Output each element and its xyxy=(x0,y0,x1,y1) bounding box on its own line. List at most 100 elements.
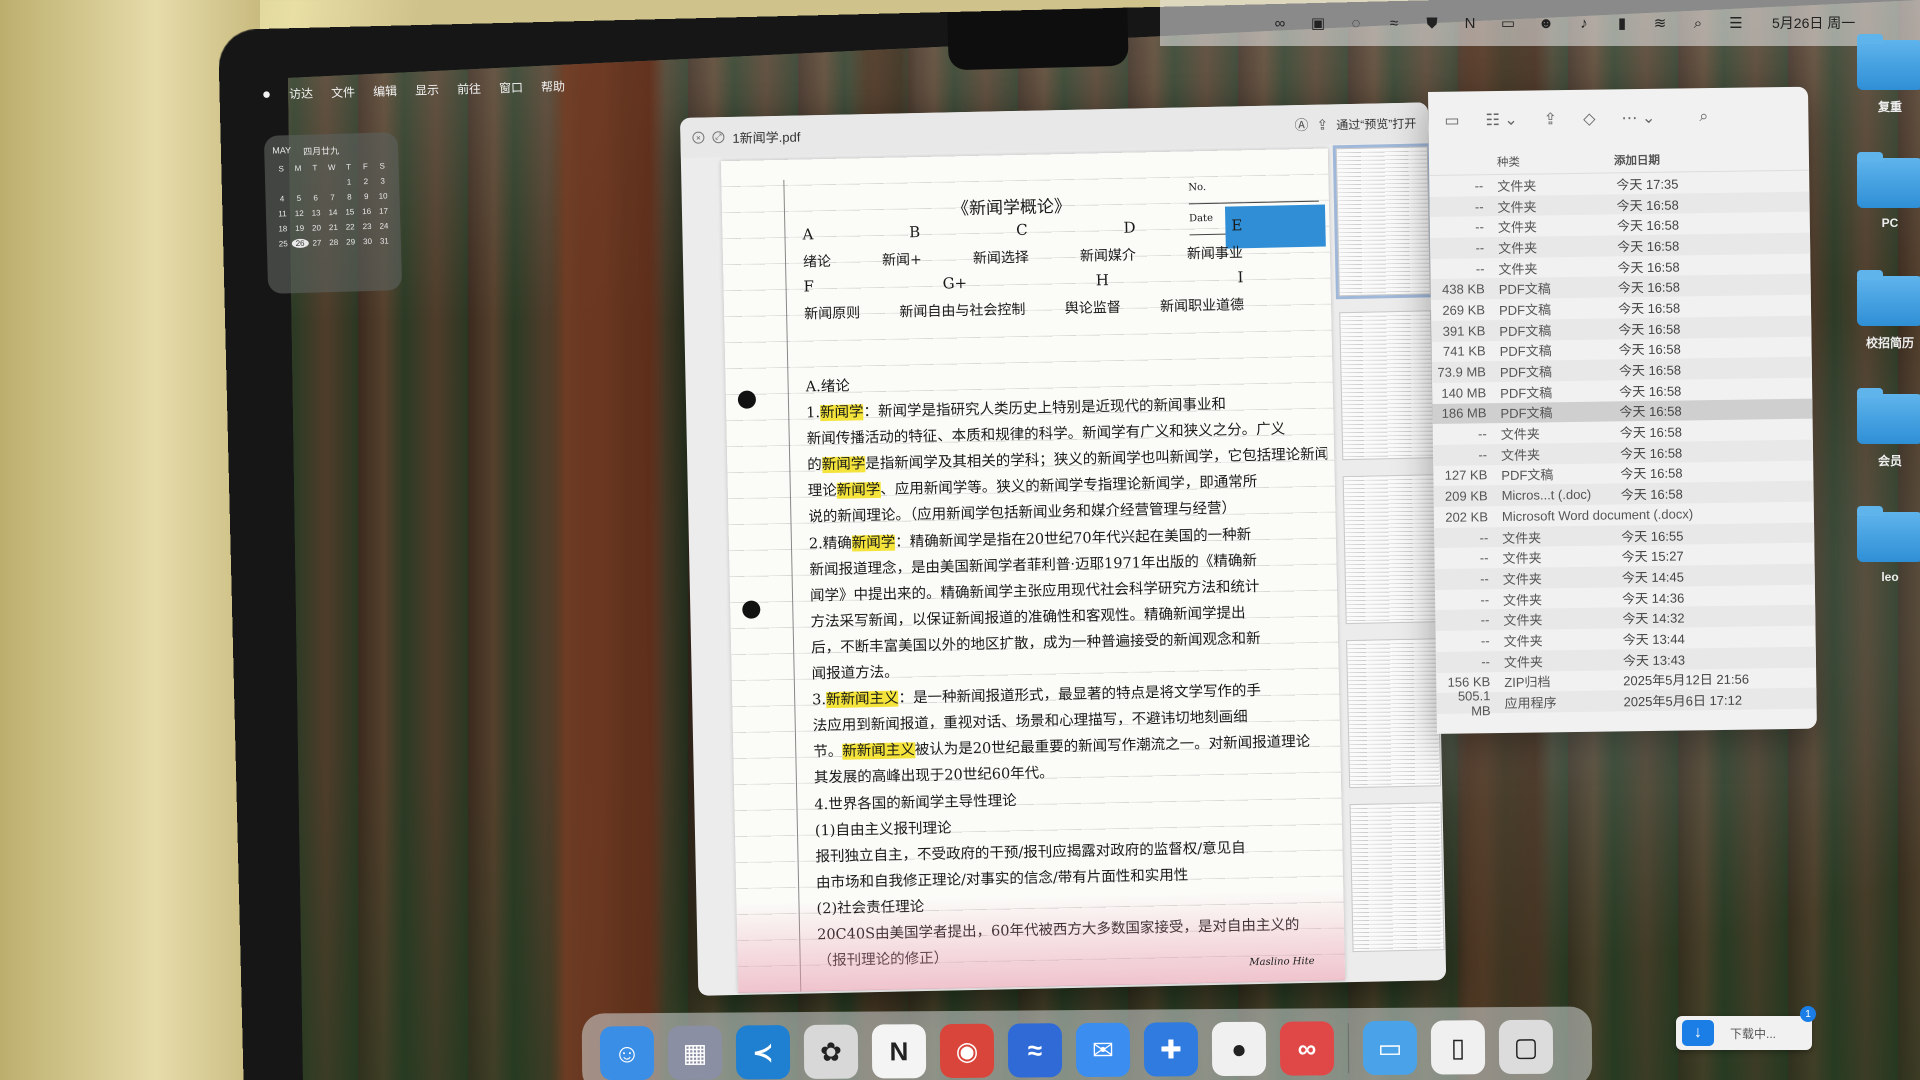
menu-item[interactable]: 文件 xyxy=(331,83,355,101)
creative-cloud-icon[interactable]: ∞ xyxy=(1279,1021,1335,1076)
notion-icon[interactable]: N xyxy=(1460,13,1480,33)
finder-cell-date: 今天 13:43 xyxy=(1622,652,1686,668)
search-icon[interactable]: ⌕ xyxy=(1688,13,1708,33)
page-margin-line xyxy=(783,179,802,992)
pdf-quicklook-window[interactable]: × ⤢ 1新闻学.pdf Ⓐ ⇪ 通过“预览”打开 No. Date 《新闻学概… xyxy=(680,102,1447,996)
document-stack-icon[interactable]: ▯ xyxy=(1430,1020,1486,1075)
lark-icon[interactable]: ≈ xyxy=(1007,1023,1063,1078)
creative-cloud-icon[interactable]: ∞ xyxy=(1270,13,1290,33)
vpn-shield-icon[interactable]: ⛊ xyxy=(1422,13,1442,33)
finder-toolbar: ▭ ☷ ⌄ ⇪ ◇ ⋯ ⌄ ⌕ xyxy=(1428,87,1809,150)
music-icon[interactable]: ♪ xyxy=(1574,13,1594,33)
fullscreen-icon[interactable]: ⤢ xyxy=(712,131,725,144)
highlighted-term: 新新闻主义 xyxy=(825,690,899,709)
notion-icon[interactable]: N xyxy=(871,1024,927,1079)
finder-cell-kind: Micros...t (.doc) xyxy=(1501,486,1592,504)
chrome-icon[interactable]: ◉ xyxy=(939,1023,995,1079)
calendar-weekday: F xyxy=(362,162,368,172)
menu-item[interactable]: 前往 xyxy=(457,79,481,97)
panda-app-icon[interactable]: ● xyxy=(1211,1021,1267,1077)
calendar-day: 17 xyxy=(378,206,389,216)
calendar-day: 5 xyxy=(296,193,302,204)
chat-icon[interactable]: ◌ xyxy=(1346,13,1366,33)
toc-entry: A xyxy=(802,225,814,244)
finder-cell-date: 今天 16:58 xyxy=(1618,362,1682,379)
menu-item[interactable]: 显示 xyxy=(415,81,439,99)
page-thumbnail[interactable] xyxy=(1332,143,1434,300)
preview-pane-icon[interactable]: ▭ xyxy=(1444,111,1459,131)
calendar-weekday: T xyxy=(346,162,352,172)
battery-icon[interactable]: ▮ xyxy=(1612,13,1632,33)
desktop-folder[interactable]: PC xyxy=(1850,152,1920,276)
calendar-lunar-date: 四月廿九 xyxy=(302,145,340,157)
display-icon[interactable]: ▭ xyxy=(1498,13,1518,33)
desktop-folder[interactable]: 校招简历 xyxy=(1850,270,1920,394)
finder-cell-date: 今天 16:58 xyxy=(1617,279,1681,296)
calendar-widget[interactable]: MAY 四月廿九 S M T W T F S 1 2 3 4 5 6 7 8 9 10 11 12 13 14 15 16 1… xyxy=(263,132,403,294)
column-kind[interactable]: 种类 xyxy=(1489,152,1614,170)
user-icon[interactable]: ☻ xyxy=(1536,13,1556,33)
trash-icon[interactable]: ▢ xyxy=(1498,1019,1554,1075)
group-by-icon[interactable]: ☷ ⌄ xyxy=(1485,110,1517,130)
finder-cell-date: 今天 16:58 xyxy=(1619,445,1683,462)
launchpad-icon[interactable]: ▦ xyxy=(667,1025,723,1080)
more-actions-icon[interactable]: ⋯ ⌄ xyxy=(1621,108,1655,128)
finder-cell-date: 今天 17:35 xyxy=(1616,176,1679,193)
calendar-day: 15 xyxy=(345,207,355,217)
menu-item[interactable]: 访达 xyxy=(289,84,313,102)
messages-icon[interactable]: ✉ xyxy=(1075,1022,1131,1078)
tag-icon[interactable]: ◇ xyxy=(1583,109,1596,129)
finder-file-list: -- 文件夹 今天 17:35 -- 文件夹 今天 16:58 -- 文件夹 今天 16:58-… xyxy=(1429,171,1817,718)
finder-icon[interactable]: ☺ xyxy=(599,1026,655,1080)
desktop-folder-label: PC xyxy=(1881,216,1899,230)
desktop-folder[interactable]: 复重 xyxy=(1850,34,1920,158)
finder-window[interactable]: ▭ ☷ ⌄ ⇪ ◇ ⋯ ⌄ ⌕ 种类 添加日期 -- 文件夹 今天 17:35 -- 文… xyxy=(1428,86,1817,734)
desktop-folder[interactable]: 会员 xyxy=(1850,388,1920,512)
page-thumbnail[interactable] xyxy=(1349,802,1445,953)
finder-cell-date: 今天 16:58 xyxy=(1616,217,1680,234)
page-thumbnail[interactable] xyxy=(1342,474,1438,625)
markup-icon[interactable]: Ⓐ xyxy=(1294,115,1308,135)
vscode-icon[interactable]: ≺ xyxy=(735,1025,791,1080)
highlighted-term: 新新闻主义 xyxy=(842,742,915,761)
control-center-icon[interactable]: ☰ xyxy=(1726,13,1746,33)
finder-cell-kind: 文件夹 xyxy=(1503,612,1543,629)
finder-cell-size: 140 MB xyxy=(1441,384,1487,401)
binder-hole xyxy=(737,390,757,409)
toc-entry: 新闻媒介 xyxy=(1079,247,1137,265)
page-thumbnail[interactable] xyxy=(1345,638,1441,789)
download-indicator[interactable]: ↓ 下载中... 1 xyxy=(1676,1006,1816,1050)
chatgpt-icon[interactable]: ✿ xyxy=(803,1024,859,1079)
menu-item[interactable]: 窗口 xyxy=(499,78,523,96)
open-with-preview-button[interactable]: 通过“预览”打开 xyxy=(1336,114,1416,133)
column-date-added[interactable]: 添加日期 xyxy=(1614,149,1809,168)
finder-row[interactable]: 505.1 MB 应用程序 2025年5月6日 17:12 xyxy=(1436,688,1817,718)
pdf-page[interactable]: No. Date 《新闻学概论》 ABCDE 绪论 新闻+ 新闻选择 新闻媒介 新闻事业… xyxy=(720,148,1346,993)
desktop-folder[interactable]: leo xyxy=(1850,506,1920,630)
toc-entry: 新闻原则 xyxy=(803,305,861,323)
finder-cell-date: 今天 14:45 xyxy=(1621,569,1685,586)
pdf-window-title: 1新闻学.pdf xyxy=(732,128,801,146)
highlighted-term: 新闻学 xyxy=(819,404,864,422)
menu-item[interactable]: 帮助 xyxy=(541,77,565,95)
screenshot-icon[interactable]: ▣ xyxy=(1308,13,1328,33)
search-icon[interactable]: ⌕ xyxy=(1699,108,1708,126)
finder-cell-kind: PDF文稿 xyxy=(1499,322,1552,339)
share-icon[interactable]: ⇪ xyxy=(1544,109,1558,129)
page-thumbnail[interactable] xyxy=(1339,310,1435,461)
menu-item[interactable]: 编辑 xyxy=(373,82,397,100)
finder-cell-size: 202 KB xyxy=(1445,509,1489,525)
share-icon[interactable]: ⇪ xyxy=(1316,116,1328,133)
calendar-weekday: T xyxy=(312,163,318,173)
lark-icon[interactable]: ≈ xyxy=(1384,13,1404,33)
notes-table-of-contents: A B C D E 绪论 新闻+ 新闻选择 新闻媒介 新闻事业 F G+ H I 新闻原则 新闻自由与社… xyxy=(802,215,1324,330)
close-icon[interactable]: × xyxy=(692,131,705,144)
tencent-meeting-icon[interactable]: ✚ xyxy=(1143,1022,1199,1077)
finder-cell-size: 391 KB xyxy=(1442,322,1486,339)
apple-icon[interactable]: ● xyxy=(262,85,272,102)
menu-bar-date[interactable]: 5月26日 周一 xyxy=(1772,13,1855,33)
wifi-icon[interactable]: ≋ xyxy=(1650,13,1670,33)
downloads-folder-icon[interactable]: ▭ xyxy=(1362,1020,1418,1076)
folder-icon xyxy=(1857,506,1920,562)
highlighted-term: 新闻学 xyxy=(851,534,896,552)
